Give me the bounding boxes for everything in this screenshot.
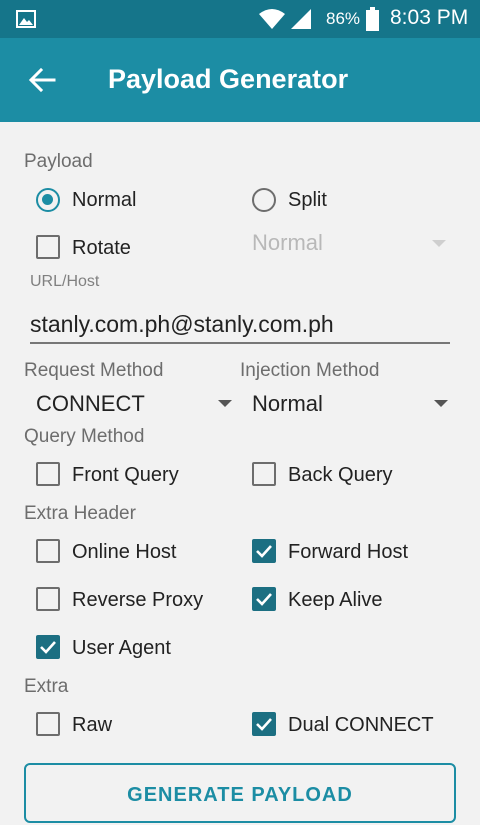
back-query-label: Back Query (288, 464, 393, 486)
extra-label: Extra (24, 676, 69, 697)
signal-icon (291, 9, 311, 29)
extra-header-label: Extra Header (24, 503, 136, 524)
front-query-label: Front Query (72, 464, 179, 486)
injection-method-value: Normal (252, 391, 323, 416)
check-icon (40, 641, 56, 654)
split-select: Normal (252, 230, 323, 255)
payload-label: Payload (24, 151, 93, 172)
url-host-input[interactable] (30, 306, 450, 344)
generate-payload-button[interactable]: GENERATE PAYLOAD (24, 763, 456, 823)
keep-alive-label: Keep Alive (288, 589, 383, 611)
check-icon (256, 593, 272, 606)
radio-split[interactable] (252, 188, 276, 212)
rotate-checkbox[interactable] (36, 235, 60, 259)
page-title: Payload Generator (108, 64, 349, 94)
request-method-label: Request Method (24, 360, 164, 381)
request-method-caret-icon (218, 400, 232, 407)
radio-split-label: Split (288, 189, 327, 211)
online-host-checkbox[interactable] (36, 539, 60, 563)
dual-connect-checkbox[interactable] (252, 712, 276, 736)
dual-connect-label: Dual CONNECT (288, 714, 434, 736)
clock: 8:03 PM (390, 6, 469, 29)
request-method-select[interactable]: CONNECT (30, 386, 240, 420)
radio-normal-label: Normal (72, 189, 137, 211)
check-icon (256, 545, 272, 558)
online-host-label: Online Host (72, 541, 177, 563)
battery-percent: 86% (326, 9, 361, 28)
raw-checkbox[interactable] (36, 712, 60, 736)
status-bar: 86% 8:03 PM (0, 0, 480, 38)
app-bar: Payload Generator (0, 38, 480, 122)
split-select-caret-icon (432, 240, 446, 247)
back-query-checkbox[interactable] (252, 462, 276, 486)
injection-method-caret-icon (434, 400, 448, 407)
injection-method-label: Injection Method (240, 360, 380, 381)
raw-label: Raw (72, 714, 113, 736)
battery-icon (366, 7, 379, 31)
injection-method-select[interactable]: Normal (246, 386, 456, 420)
rotate-label: Rotate (72, 237, 131, 259)
forward-host-label: Forward Host (288, 541, 409, 563)
forward-host-checkbox[interactable] (252, 539, 276, 563)
user-agent-label: User Agent (72, 637, 171, 659)
arrow-left-icon[interactable] (28, 67, 56, 93)
url-host-label: URL/Host (30, 273, 100, 290)
wifi-icon (259, 9, 285, 29)
user-agent-checkbox[interactable] (36, 635, 60, 659)
query-method-label: Query Method (24, 426, 145, 447)
radio-normal[interactable] (36, 188, 60, 212)
check-icon (256, 718, 272, 731)
front-query-checkbox[interactable] (36, 462, 60, 486)
request-method-value: CONNECT (36, 391, 145, 416)
reverse-proxy-label: Reverse Proxy (72, 589, 204, 611)
keep-alive-checkbox[interactable] (252, 587, 276, 611)
reverse-proxy-checkbox[interactable] (36, 587, 60, 611)
gallery-icon (16, 10, 36, 28)
